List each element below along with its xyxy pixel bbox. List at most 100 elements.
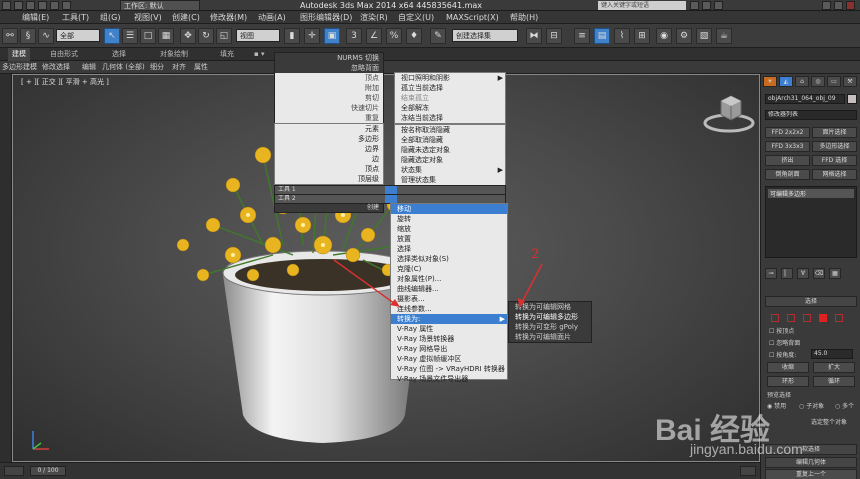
menu-view[interactable]: 视图(V) [134, 11, 162, 24]
menu-edge[interactable]: 边 [275, 154, 383, 164]
menu-hide-unselected[interactable]: 隐藏未选定对象 [395, 145, 505, 155]
menu-rotate[interactable]: 旋转 [391, 214, 507, 224]
extrude-button[interactable]: 挤出 [765, 155, 810, 166]
scale-icon[interactable]: ◱ [216, 28, 232, 44]
menu-animation[interactable]: 动画(A) [258, 11, 286, 24]
pivot-icon[interactable]: ▮ [284, 28, 300, 44]
help-icon[interactable] [714, 1, 723, 10]
redo-icon[interactable] [62, 1, 71, 10]
menu-create[interactable]: 创建(C) [172, 11, 200, 24]
configure-sets-icon[interactable]: ▦ [829, 268, 841, 279]
curve-editor-icon[interactable]: ⌇ [614, 28, 630, 44]
unlink-icon[interactable]: § [20, 28, 36, 44]
align-icon[interactable]: ⊟ [546, 28, 562, 44]
menu-tools[interactable]: 工具(T) [62, 11, 89, 24]
subtab-modify-selection[interactable]: 修改选择 [42, 61, 70, 74]
display-tab-icon[interactable]: ▭ [827, 76, 841, 87]
keyboard-shortcut-icon[interactable]: ▣ [324, 28, 340, 44]
edge-level-icon[interactable] [787, 314, 795, 322]
ribbon-tab-populate[interactable]: 填充 [220, 48, 234, 61]
subtab-poly-modeling[interactable]: 多边形建模 [2, 61, 37, 74]
menu-attach[interactable]: 附加 [275, 83, 383, 93]
time-slider[interactable]: 0 / 100 [30, 466, 66, 476]
new-file-icon[interactable] [14, 1, 23, 10]
make-unique-icon[interactable]: ∀ [797, 268, 809, 279]
menu-polygon[interactable]: 多边形 [275, 134, 383, 144]
motion-tab-icon[interactable]: ◎ [811, 76, 825, 87]
preview-multi-radio[interactable]: ○ 多个 [835, 401, 854, 410]
maximize-icon[interactable] [834, 1, 843, 10]
link-icon[interactable]: ⚯ [2, 28, 18, 44]
select-whole-object-label[interactable]: 选定整个对象 [811, 417, 847, 426]
bevel-profile-button[interactable]: 倒角剖面 [765, 169, 810, 180]
ribbon-tab-selection[interactable]: 选择 [112, 48, 126, 61]
viewcube-icon[interactable] [701, 89, 757, 135]
menu-place[interactable]: 放置 [391, 234, 507, 244]
utilities-tab-icon[interactable]: ⚒ [843, 76, 857, 87]
menu-vray-scene-converter[interactable]: V-Ray 场景转换器 [391, 334, 507, 344]
by-angle-checkbox[interactable]: ☐ 按角度: [769, 350, 796, 359]
menu-help[interactable]: 帮助(H) [510, 11, 538, 24]
subtab-subdivision[interactable]: 细分 [150, 61, 164, 74]
angle-snap-icon[interactable]: ∠ [366, 28, 382, 44]
by-vertex-checkbox[interactable]: ☐ 按顶点 [769, 326, 794, 335]
search-input[interactable]: 键入关键字或短语 [598, 1, 686, 10]
search-icon[interactable] [690, 1, 699, 10]
menu-unhide-all[interactable]: 全部取消隐藏 [395, 135, 505, 145]
bind-icon[interactable]: ∿ [38, 28, 54, 44]
modifier-stack[interactable]: 可编辑多边形 [765, 186, 857, 258]
loop-button[interactable]: 循环 [813, 376, 855, 387]
subtab-align[interactable]: 对齐 [172, 61, 186, 74]
stack-item-editable-poly[interactable]: 可编辑多边形 [768, 189, 854, 198]
selection-filter-select[interactable]: 全部 [56, 29, 100, 42]
move-icon[interactable]: ✥ [180, 28, 196, 44]
angle-value-field[interactable]: 45.0 [811, 349, 853, 359]
ffd-select-button[interactable]: FFD 选择 [812, 155, 857, 166]
ribbon-tab-freeform[interactable]: 自由形式 [50, 48, 78, 61]
mesh-select-button[interactable]: 网格选择 [812, 169, 857, 180]
shrink-button[interactable]: 收缩 [767, 362, 809, 373]
menu-manage-state-sets[interactable]: 管理状态集 [395, 175, 505, 185]
named-selection-select[interactable]: 创建选择集 [452, 29, 518, 42]
menu-ignore-backfacing[interactable]: 忽略背面 [275, 63, 383, 73]
menu-move[interactable]: 移动 [391, 204, 507, 214]
subtab-geometry-all[interactable]: 几何体 (全部) [102, 61, 145, 74]
select-manipulate-icon[interactable]: ✛ [304, 28, 320, 44]
menu-convert-editable-patch[interactable]: 转换为可编辑面片 [509, 332, 591, 342]
menu-maxscript[interactable]: MAXScript(X) [446, 11, 499, 24]
timeline[interactable]: 0 / 100 [0, 462, 760, 479]
menu-vertex-level[interactable]: 顶点 [275, 164, 383, 174]
patch-select-button[interactable]: 面片选择 [812, 127, 857, 138]
undo-icon[interactable] [50, 1, 59, 10]
modifier-list-dropdown[interactable]: 修改器列表 [765, 110, 857, 120]
render-production-icon[interactable]: ☕ [716, 28, 732, 44]
schematic-view-icon[interactable]: ⊞ [634, 28, 650, 44]
ignore-backfacing-checkbox[interactable]: ☐ 忽略背面 [769, 338, 800, 347]
menu-element[interactable]: 元素 [275, 124, 383, 134]
open-file-icon[interactable] [26, 1, 35, 10]
menu-unfreeze-all[interactable]: 全部解冻 [395, 103, 505, 113]
polygon-level-icon[interactable] [819, 314, 827, 322]
subtab-edit[interactable]: 编辑 [82, 61, 96, 74]
menu-vertex[interactable]: 顶点 [275, 73, 383, 83]
element-level-icon[interactable] [835, 314, 843, 322]
menu-quickslice[interactable]: 快速切片 [275, 103, 383, 113]
menu-isolate-selection[interactable]: 孤立当前选择 [395, 83, 505, 93]
create-tab-icon[interactable]: ☀ [763, 76, 777, 87]
remove-modifier-icon[interactable]: ⌫ [813, 268, 825, 279]
menu-cut[interactable]: 剪切 [275, 93, 383, 103]
layer-manager-icon[interactable]: ≡ [574, 28, 590, 44]
menu-freeze-selection[interactable]: 冻结当前选择 [395, 113, 505, 123]
material-editor-icon[interactable]: ◉ [656, 28, 672, 44]
star-icon[interactable] [702, 1, 711, 10]
poly-select-button[interactable]: 多边形选择 [812, 141, 857, 152]
menu-vray-vfb[interactable]: V-Ray 虚拟帧缓冲区 [391, 354, 507, 364]
rotate-icon[interactable]: ↻ [198, 28, 214, 44]
menu-modifiers[interactable]: 修改器(M) [210, 11, 247, 24]
menu-end-isolate[interactable]: 结束孤立 [395, 93, 505, 103]
minimize-icon[interactable] [822, 1, 831, 10]
ffd-3x3x3-button[interactable]: FFD 3x3x3 [765, 141, 810, 152]
scene-explorer-icon[interactable]: ▤ [594, 28, 610, 44]
edit-geometry-rollout[interactable]: 编辑几何体 [765, 457, 857, 468]
select-by-name-icon[interactable]: ☰ [122, 28, 138, 44]
